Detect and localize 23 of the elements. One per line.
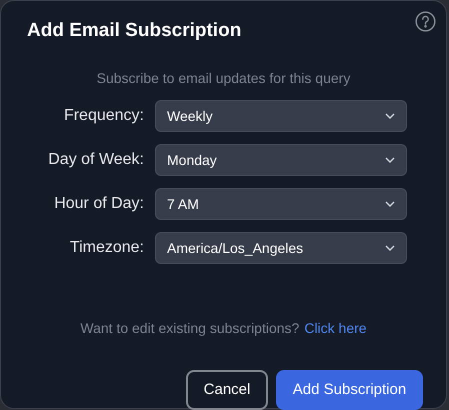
chevron-down-icon	[385, 113, 395, 119]
select-field[interactable]: America/Los_Angeles	[155, 232, 407, 264]
field-label: Hour of Day:	[53, 194, 144, 214]
click-here-link[interactable]: Click here	[304, 318, 367, 338]
select-field[interactable]: Monday	[155, 144, 407, 176]
field-label: Frequency:	[62, 106, 144, 126]
field-label: Timezone:	[68, 238, 144, 258]
select-field[interactable]: Weekly	[155, 100, 407, 132]
chevron-down-icon	[385, 245, 395, 251]
chevron-down-icon	[385, 157, 395, 163]
chevron-down-icon	[385, 201, 395, 207]
select-value: Weekly	[167, 106, 213, 126]
dialog-title: Add Email Subscription	[27, 19, 242, 43]
select-value: 7 AM	[167, 194, 199, 214]
cancel-button[interactable]: Cancel	[186, 370, 268, 410]
select-field[interactable]: 7 AM	[155, 188, 407, 220]
help-icon[interactable]	[415, 11, 436, 32]
field-label: Day of Week:	[47, 150, 144, 170]
dialog-subtitle: Subscribe to email updates for this query	[96, 69, 350, 88]
select-value: America/Los_Angeles	[167, 238, 304, 258]
add-subscription-button[interactable]: Add Subscription	[276, 370, 423, 410]
select-value: Monday	[167, 150, 217, 170]
edit-prompt: Want to edit existing subscriptions?	[80, 319, 300, 338]
